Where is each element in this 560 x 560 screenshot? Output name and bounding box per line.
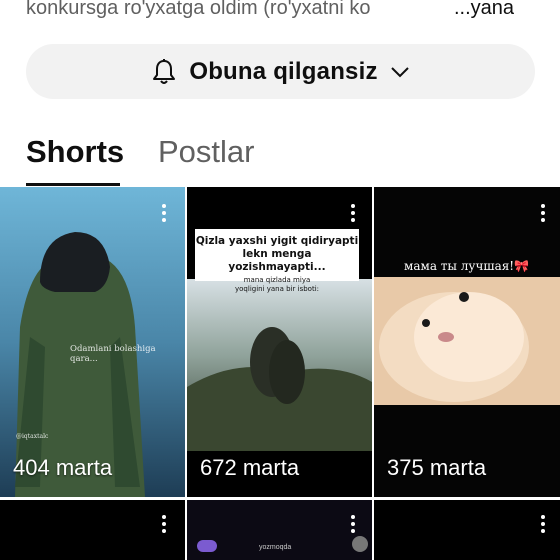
description-text: konkursga ro'yxatga oldim (ro'yxatni ko [26, 0, 371, 19]
caption-line: Qizla yaxshi yigit qidiryapti [195, 235, 359, 247]
overlay-caption: Odamlani bolashiga qara... [70, 344, 156, 364]
tab-shorts[interactable]: Shorts [26, 132, 124, 172]
bell-icon [151, 58, 177, 86]
short-tile[interactable]: Qizla yaxshi yigit qidiryapti lekn menga… [187, 187, 372, 497]
view-count: 672 marta [200, 455, 300, 480]
tab-postlar[interactable]: Postlar [158, 132, 254, 172]
shorts-grid: Odamlani bolashiga qara... @iqtaxtalc 40… [0, 187, 560, 560]
active-tab-indicator [26, 183, 120, 186]
short-thumbnail [0, 187, 185, 497]
chevron-down-icon [390, 66, 410, 78]
short-tile[interactable]: yozmoqda [187, 500, 372, 560]
short-tile[interactable]: Odamlani bolashiga qara... @iqtaxtalc 40… [0, 187, 185, 497]
more-options-icon[interactable] [158, 515, 170, 535]
more-options-icon[interactable] [347, 515, 359, 535]
more-options-icon[interactable] [537, 204, 549, 224]
short-tile[interactable]: мама ты лучшая!🎀 375 marta [374, 187, 560, 497]
typing-status: yozmoqda [259, 544, 292, 551]
description-more-link[interactable]: ...yana [454, 0, 514, 22]
caption-line: yoqligini yana bir isboti: [235, 285, 319, 293]
channel-tabs: Shorts Postlar [0, 128, 560, 188]
view-count: 404 marta [13, 455, 113, 480]
subscribed-label: Obuna qilgansiz [189, 57, 378, 85]
watermark: @iqtaxtalc [16, 433, 49, 440]
caption-line: mana qizlada miya [243, 276, 311, 284]
back-badge [197, 540, 217, 552]
more-options-icon[interactable] [347, 204, 359, 224]
subscribed-button[interactable]: Obuna qilgansiz [26, 44, 535, 99]
more-options-icon[interactable] [158, 204, 170, 224]
channel-description[interactable]: konkursga ro'yxatga oldim (ro'yxatni ko … [26, 0, 546, 22]
caption-line: lekn menga yozishmayapti... [228, 248, 326, 273]
more-options-icon[interactable] [537, 515, 549, 535]
short-tile[interactable] [0, 500, 185, 560]
view-count: 375 marta [387, 455, 487, 480]
short-thumbnail [374, 187, 560, 497]
short-tile[interactable] [374, 500, 560, 560]
short-caption: Qizla yaxshi yigit qidiryapti lekn menga… [195, 229, 359, 293]
avatar [352, 536, 368, 552]
short-caption: мама ты лучшая!🎀 [404, 259, 530, 273]
